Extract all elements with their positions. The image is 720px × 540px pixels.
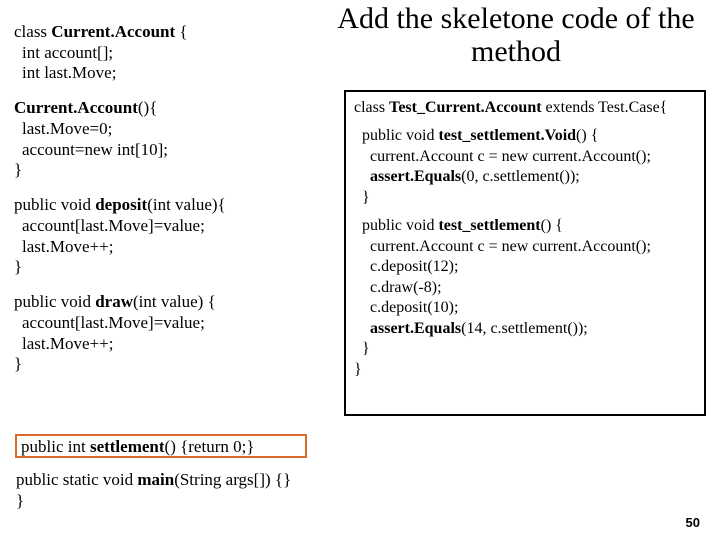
code-line: c.deposit(10); — [354, 298, 696, 318]
code-line: account[last.Move]=value; — [14, 313, 324, 334]
main-method: public static void main(String args[]) {… — [16, 470, 291, 511]
left-code-block: class Current.Account { int account[]; i… — [14, 22, 324, 389]
text: (){ — [138, 98, 157, 117]
text: (int value) { — [133, 292, 216, 311]
text: () {return 0;} — [165, 437, 255, 456]
class-decl: class Current.Account { int account[]; i… — [14, 22, 324, 84]
settlement-highlight: public int settlement() {return 0;} — [15, 434, 307, 458]
code-line: public void draw(int value) { — [14, 292, 324, 313]
code-line: } — [14, 354, 324, 375]
text: class — [14, 22, 51, 41]
code-line: } — [14, 257, 324, 278]
code-line: assert.Equals(0, c.settlement()); — [354, 167, 696, 187]
code-line: int last.Move; — [14, 63, 324, 84]
code-line: public static void main(String args[]) {… — [16, 470, 291, 491]
text: (0, c.settlement()); — [461, 168, 580, 185]
code-line: account[last.Move]=value; — [14, 216, 324, 237]
text: public int — [21, 437, 90, 456]
text: public void — [14, 195, 95, 214]
constructor: Current.Account(){ last.Move=0; account=… — [14, 98, 324, 181]
class-name: Test_Current.Account — [389, 99, 541, 116]
code-line: class Current.Account { — [14, 22, 324, 43]
code-line: last.Move++; — [14, 334, 324, 355]
code-line: c.deposit(12); — [354, 257, 696, 277]
code-line: current.Account c = new current.Account(… — [354, 237, 696, 257]
text: public void — [14, 292, 95, 311]
slide: Add the skeletone code of the method cla… — [0, 0, 720, 540]
code-line: public void test_settlement() { — [354, 216, 696, 236]
method-name: test_settlement — [438, 217, 540, 234]
text: () { — [576, 127, 598, 144]
text: public static void — [16, 470, 137, 489]
code-line: last.Move=0; — [14, 119, 324, 140]
code-line: last.Move++; — [14, 237, 324, 258]
code-line: int account[]; — [14, 43, 324, 64]
code-line: } — [354, 188, 696, 208]
code-line: Current.Account(){ — [14, 98, 324, 119]
text: class — [354, 99, 389, 116]
draw-method: public void draw(int value) { account[la… — [14, 292, 324, 375]
method-name: draw — [95, 292, 133, 311]
test-settlement-method: public void test_settlement() { current.… — [354, 216, 696, 380]
text: (14, c.settlement()); — [461, 320, 588, 337]
ctor-name: Current.Account — [14, 98, 138, 117]
code-line: account=new int[10]; — [14, 140, 324, 161]
method-name: deposit — [95, 195, 147, 214]
test-class-box: class Test_Current.Account extends Test.… — [344, 90, 706, 416]
code-line: } — [14, 160, 324, 181]
deposit-method: public void deposit(int value){ account[… — [14, 195, 324, 278]
method-name: main — [137, 470, 174, 489]
class-name: Current.Account — [51, 22, 175, 41]
code-line: } — [354, 360, 696, 380]
page-number: 50 — [686, 515, 700, 530]
text: (int value){ — [147, 195, 226, 214]
code-line: } — [354, 339, 696, 359]
text: () { — [541, 217, 563, 234]
code-line: class Test_Current.Account extends Test.… — [354, 98, 696, 118]
text: public void — [362, 217, 438, 234]
text: { — [175, 22, 187, 41]
text: (String args[]) {} — [174, 470, 291, 489]
text: extends Test.Case{ — [542, 99, 668, 116]
assert-call: assert.Equals — [370, 320, 461, 337]
code-line: c.draw(-8); — [354, 278, 696, 298]
assert-call: assert.Equals — [370, 168, 461, 185]
slide-title: Add the skeletone code of the method — [326, 2, 706, 68]
method-name: test_settlement.Void — [438, 127, 576, 144]
code-line: public void test_settlement.Void() { — [354, 126, 696, 146]
code-line: current.Account c = new current.Account(… — [354, 147, 696, 167]
method-name: settlement — [90, 437, 165, 456]
test-void-method: public void test_settlement.Void() { cur… — [354, 126, 696, 208]
code-line: public void deposit(int value){ — [14, 195, 324, 216]
code-line: assert.Equals(14, c.settlement()); — [354, 319, 696, 339]
text: public void — [362, 127, 438, 144]
code-line: } — [16, 491, 291, 512]
